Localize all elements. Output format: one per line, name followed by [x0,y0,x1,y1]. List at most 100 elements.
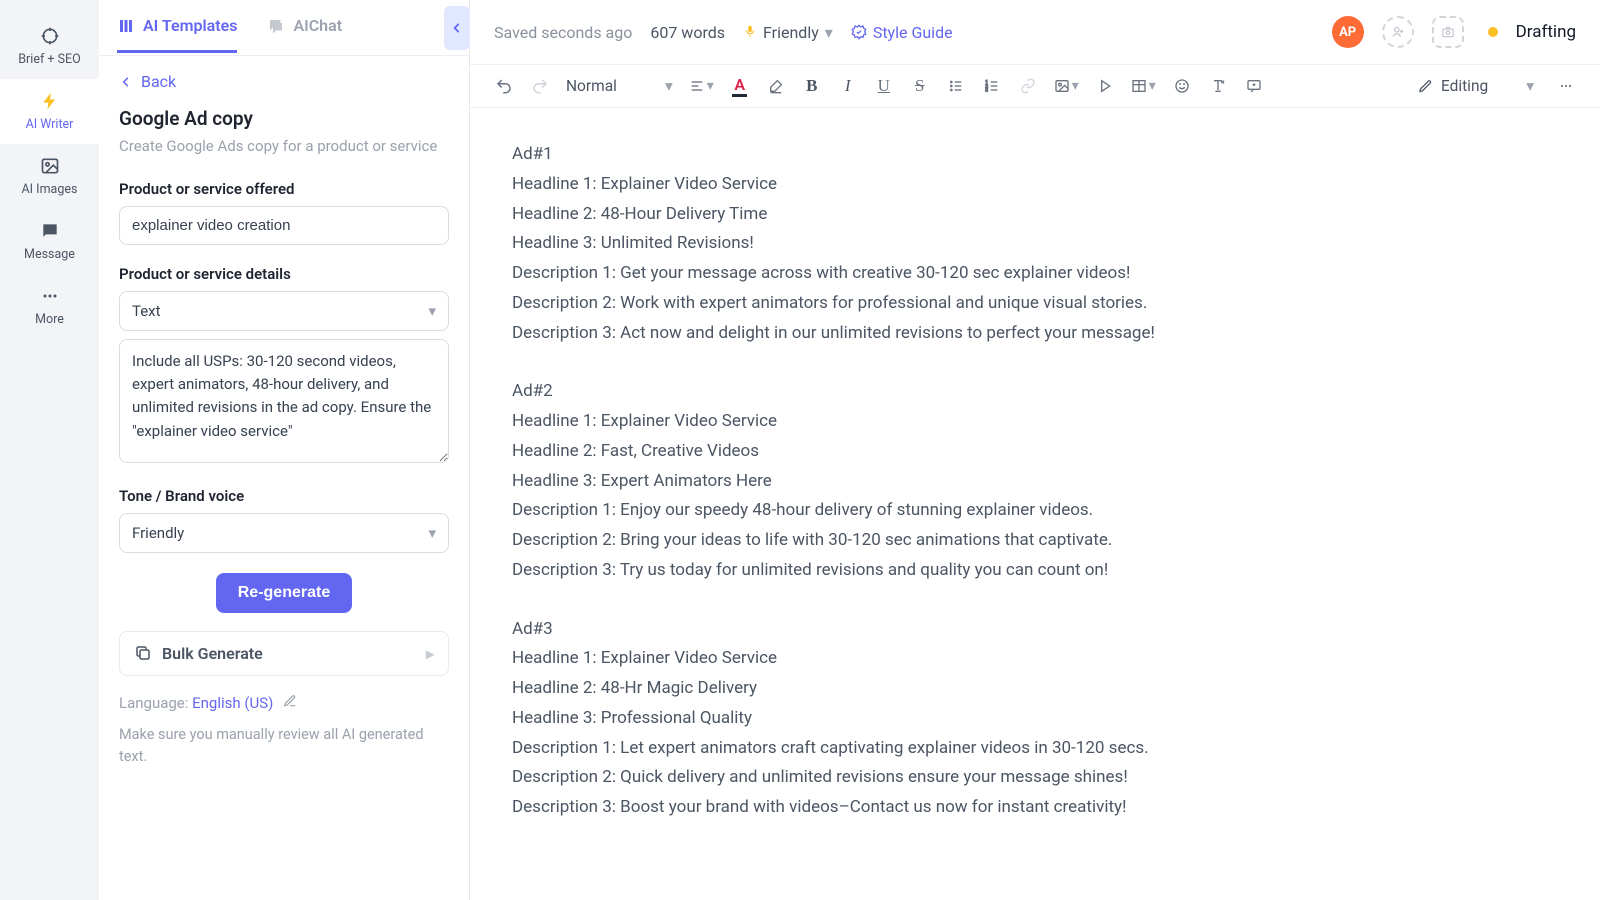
nav-message[interactable]: Message [0,209,99,274]
disclaimer-text: Make sure you manually review all AI gen… [119,724,449,768]
bold-button[interactable]: B [802,74,822,98]
doc-line: Headline 1: Explainer Video Service [512,170,1558,200]
bulk-label: Bulk Generate [162,644,263,663]
text-style-select[interactable]: Normal ▾ [566,77,673,95]
table-button[interactable]: ▾ [1131,74,1156,98]
emoji-button[interactable] [1172,74,1192,98]
strikethrough-button[interactable]: S [910,74,930,98]
product-input[interactable] [119,206,449,245]
nav-brief-seo[interactable]: Brief + SEO [0,14,99,79]
tab-ai-templates[interactable]: AI Templates [117,2,237,53]
nav-images-label: AI Images [22,182,78,197]
copy-icon [134,644,152,662]
tab-ai-chat[interactable]: AIChat [267,2,342,53]
style-guide-link[interactable]: Style Guide [851,23,953,42]
panel-tabs: AI Templates AIChat [99,0,469,56]
language-label: Language: [119,694,192,712]
tone-label: Tone / Brand voice [119,487,449,505]
mic-icon [743,23,757,42]
back-link[interactable]: Back [119,72,449,91]
regenerate-button[interactable]: Re-generate [216,573,352,613]
add-collaborator-button[interactable] [1382,16,1414,48]
nav-more-label: More [35,312,64,327]
editor-main: Saved seconds ago 607 words Friendly ▾ S… [470,0,1600,900]
doc-line: Headline 3: Expert Animators Here [512,467,1558,497]
text-style-value: Normal [566,77,617,95]
mode-select[interactable]: Editing ▾ [1418,77,1534,95]
word-count: 607 words [650,23,725,42]
user-avatar[interactable]: AP [1332,16,1364,48]
image-icon [40,156,60,176]
chevron-left-icon [119,75,133,89]
doc-line: Headline 1: Explainer Video Service [512,644,1558,674]
edit-language-icon[interactable] [283,694,297,712]
undo-button[interactable] [494,74,514,98]
video-button[interactable] [1095,74,1115,98]
details-type-value: Text [132,302,161,320]
document-body[interactable]: Ad#1Headline 1: Explainer Video ServiceH… [470,108,1600,900]
doc-line: Description 3: Boost your brand with vid… [512,793,1558,823]
tone-dropdown[interactable]: Friendly ▾ [743,23,833,42]
style-guide-label: Style Guide [873,23,953,42]
status-label[interactable]: Drafting [1516,22,1576,42]
tone-value: Friendly [763,23,819,42]
details-label: Product or service details [119,265,449,283]
panel-title: Google Ad copy [119,107,449,130]
media-placeholder-button[interactable] [1432,16,1464,48]
panel-description: Create Google Ads copy for a product or … [119,136,449,158]
clear-format-button[interactable] [1208,74,1228,98]
user-plus-icon [1391,25,1405,39]
link-button[interactable] [1018,74,1038,98]
details-type-select[interactable]: Text ▾ [119,291,449,331]
message-icon [40,221,60,241]
nav-writer-label: AI Writer [26,117,74,132]
doc-line: Headline 2: Fast, Creative Videos [512,437,1558,467]
details-textarea[interactable] [119,339,449,463]
mode-label: Editing [1441,77,1488,95]
text-color-button[interactable]: A [730,74,750,98]
doc-line: Description 3: Act now and delight in ou… [512,319,1558,349]
doc-line: Headline 3: Unlimited Revisions! [512,229,1558,259]
pencil-icon [1418,79,1433,94]
doc-line: Description 2: Bring your ideas to life … [512,526,1558,556]
more-options-button[interactable] [1556,74,1576,98]
chat-icon [267,17,285,35]
bolt-icon [40,91,60,111]
svg-text:3: 3 [985,87,988,93]
highlight-button[interactable] [766,74,786,98]
doc-line: Headline 1: Explainer Video Service [512,407,1558,437]
panel-body: Back Google Ad copy Create Google Ads co… [99,56,469,787]
bulk-generate-button[interactable]: Bulk Generate ▸ [119,631,449,676]
align-button[interactable]: ▾ [689,74,714,98]
image-button[interactable]: ▾ [1054,74,1079,98]
more-icon [40,286,60,306]
chevron-down-icon: ▾ [665,77,673,95]
side-panel: AI Templates AIChat Back Google Ad copy … [99,0,470,900]
doc-line: Description 1: Let expert animators craf… [512,734,1558,764]
tab-chat-label: AIChat [293,16,342,35]
comment-button[interactable] [1244,74,1264,98]
numbered-list-button[interactable]: 123 [982,74,1002,98]
doc-line: Headline 2: 48-Hr Magic Delivery [512,674,1558,704]
doc-line: Description 3: Try us today for unlimite… [512,556,1558,586]
product-label: Product or service offered [119,180,449,198]
status-dot-icon [1488,27,1498,37]
nav-more[interactable]: More [0,274,99,339]
back-label: Back [141,72,176,91]
language-row: Language: English (US) [119,694,449,712]
language-value[interactable]: English (US) [192,694,273,712]
editor-toolbar: Normal ▾ ▾ A B I U S 123 ▾ ▾ Editing ▾ [470,64,1600,108]
underline-button[interactable]: U [874,74,894,98]
tone-select[interactable]: Friendly ▾ [119,513,449,553]
left-nav: Brief + SEO AI Writer AI Images Message … [0,0,99,900]
nav-ai-images[interactable]: AI Images [0,144,99,209]
doc-line: Description 1: Enjoy our speedy 48-hour … [512,496,1558,526]
chevron-down-icon: ▾ [825,23,833,42]
bullet-list-button[interactable] [946,74,966,98]
nav-ai-writer[interactable]: AI Writer [0,79,99,144]
collapse-panel-button[interactable] [444,6,470,50]
tab-templates-label: AI Templates [143,16,237,35]
italic-button[interactable]: I [838,74,858,98]
redo-button[interactable] [530,74,550,98]
tone-value: Friendly [132,524,184,542]
